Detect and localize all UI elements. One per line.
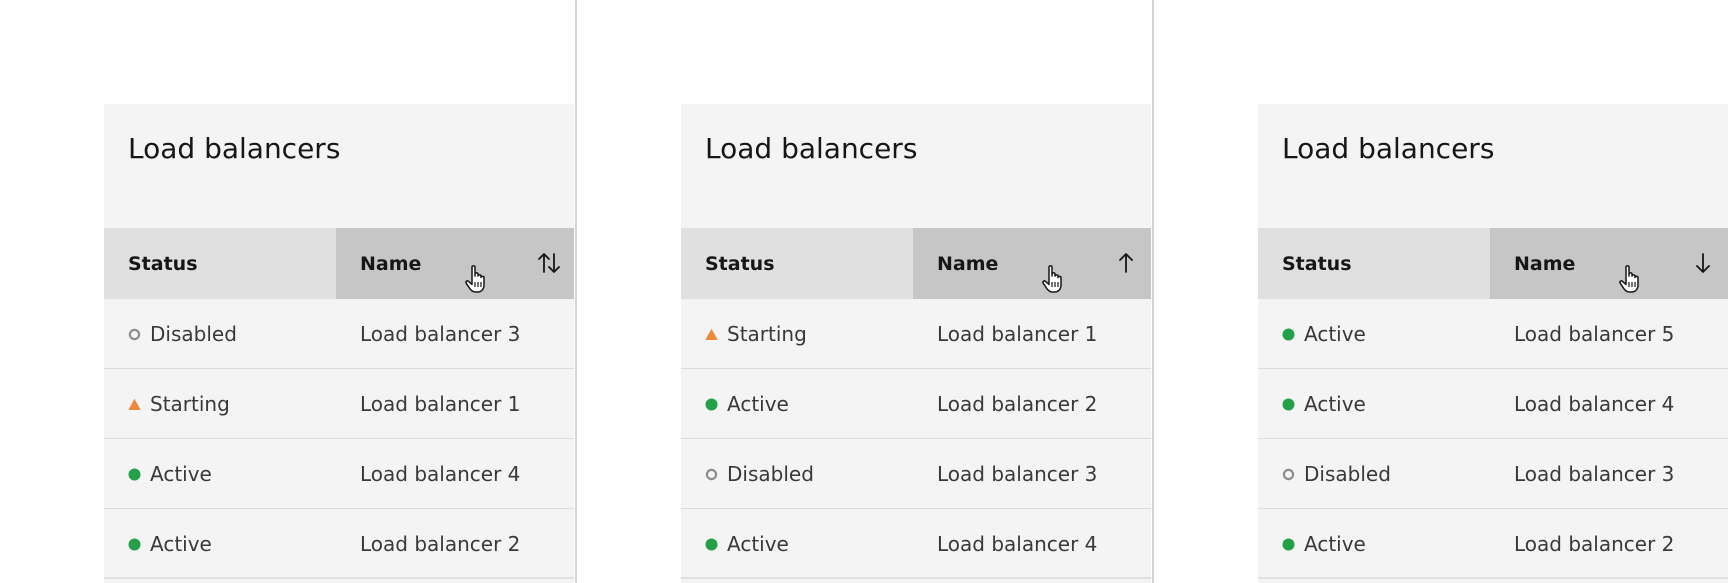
status-cell: Disabled <box>1282 439 1391 509</box>
column-header-name-label: Name <box>937 252 999 275</box>
status-cell: Active <box>128 439 212 509</box>
hand-pointer-cursor-icon <box>1619 265 1639 293</box>
table-row[interactable]: Active Load balancer 4 <box>1258 369 1728 439</box>
column-header-name[interactable]: Name <box>913 228 1151 299</box>
status-label: Active <box>1304 532 1366 556</box>
column-header-name-label: Name <box>360 252 422 275</box>
name-cell: Load balancer 2 <box>360 532 521 556</box>
status-label: Active <box>727 532 789 556</box>
table-body: Disabled Load balancer 3 Starting Load b… <box>104 299 574 579</box>
name-cell: Load balancer 2 <box>1514 532 1675 556</box>
data-table-sorted-descending: Load balancers Status Name Active Load b… <box>1258 104 1728 583</box>
status-cell: Active <box>128 509 212 579</box>
table-row[interactable]: Disabled Load balancer 3 <box>1258 439 1728 509</box>
table-row[interactable]: Active Load balancer 2 <box>681 369 1151 439</box>
hand-pointer-cursor-icon <box>1042 265 1062 293</box>
status-cell: Starting <box>705 299 807 369</box>
warning-triangle-icon <box>128 398 141 410</box>
active-dot-icon <box>128 468 141 480</box>
data-table-unsorted: Load balancers Status Name Disabled Load… <box>104 104 574 583</box>
arrow-down-icon[interactable] <box>1690 250 1716 276</box>
table-row[interactable]: Active Load balancer 5 <box>1258 299 1728 369</box>
table-header-row: Status Name <box>104 228 574 299</box>
column-header-status[interactable]: Status <box>104 228 336 299</box>
arrow-up-icon[interactable] <box>1113 250 1139 276</box>
active-dot-icon <box>705 538 718 550</box>
comparison-stage: Load balancers Status Name Disabled Load… <box>0 0 1728 583</box>
status-label: Disabled <box>727 462 814 486</box>
name-cell: Load balancer 2 <box>937 392 1098 416</box>
column-header-name-label: Name <box>1514 252 1576 275</box>
status-cell: Active <box>1282 299 1366 369</box>
status-cell: Active <box>705 509 789 579</box>
table-row[interactable]: Disabled Load balancer 3 <box>104 299 574 369</box>
table-row[interactable]: Active Load balancer 2 <box>1258 509 1728 579</box>
disabled-ring-icon <box>128 328 141 340</box>
name-cell: Load balancer 1 <box>360 392 521 416</box>
status-cell: Starting <box>128 369 230 439</box>
column-divider <box>1152 0 1154 583</box>
table-title: Load balancers <box>128 132 341 165</box>
active-dot-icon <box>1282 328 1295 340</box>
name-cell: Load balancer 1 <box>937 322 1098 346</box>
table-row[interactable]: Disabled Load balancer 3 <box>681 439 1151 509</box>
status-cell: Disabled <box>705 439 814 509</box>
column-divider <box>575 0 577 583</box>
status-cell: Disabled <box>128 299 237 369</box>
status-label: Active <box>150 532 212 556</box>
table-row[interactable]: Active Load balancer 4 <box>104 439 574 509</box>
column-header-name[interactable]: Name <box>336 228 574 299</box>
name-cell: Load balancer 4 <box>1514 392 1675 416</box>
name-cell: Load balancer 4 <box>360 462 521 486</box>
column-header-status[interactable]: Status <box>681 228 913 299</box>
table-title: Load balancers <box>1282 132 1495 165</box>
disabled-ring-icon <box>705 468 718 480</box>
active-dot-icon <box>128 538 141 550</box>
status-label: Active <box>1304 392 1366 416</box>
table-row[interactable]: Starting Load balancer 1 <box>681 299 1151 369</box>
status-label: Starting <box>727 322 807 346</box>
table-row[interactable]: Starting Load balancer 1 <box>104 369 574 439</box>
table-header-row: Status Name <box>1258 228 1728 299</box>
column-header-status[interactable]: Status <box>1258 228 1490 299</box>
hand-pointer-cursor-icon <box>465 265 485 293</box>
disabled-ring-icon <box>1282 468 1295 480</box>
status-cell: Active <box>705 369 789 439</box>
status-label: Active <box>1304 322 1366 346</box>
active-dot-icon <box>1282 398 1295 410</box>
active-dot-icon <box>1282 538 1295 550</box>
column-header-name[interactable]: Name <box>1490 228 1728 299</box>
name-cell: Load balancer 4 <box>937 532 1098 556</box>
data-table-sorted-ascending: Load balancers Status Name Starting Load… <box>681 104 1151 583</box>
active-dot-icon <box>705 398 718 410</box>
table-body: Starting Load balancer 1 Active Load bal… <box>681 299 1151 579</box>
status-label: Active <box>150 462 212 486</box>
warning-triangle-icon <box>705 328 718 340</box>
name-cell: Load balancer 3 <box>1514 462 1675 486</box>
table-title: Load balancers <box>705 132 918 165</box>
status-label: Disabled <box>150 322 237 346</box>
status-label: Disabled <box>1304 462 1391 486</box>
name-cell: Load balancer 3 <box>937 462 1098 486</box>
table-row[interactable]: Active Load balancer 4 <box>681 509 1151 579</box>
status-cell: Active <box>1282 369 1366 439</box>
arrows-vertical-icon[interactable] <box>536 250 562 276</box>
table-row[interactable]: Active Load balancer 2 <box>104 509 574 579</box>
name-cell: Load balancer 3 <box>360 322 521 346</box>
table-header-row: Status Name <box>681 228 1151 299</box>
name-cell: Load balancer 5 <box>1514 322 1675 346</box>
status-label: Starting <box>150 392 230 416</box>
status-label: Active <box>727 392 789 416</box>
status-cell: Active <box>1282 509 1366 579</box>
table-body: Active Load balancer 5 Active Load balan… <box>1258 299 1728 579</box>
